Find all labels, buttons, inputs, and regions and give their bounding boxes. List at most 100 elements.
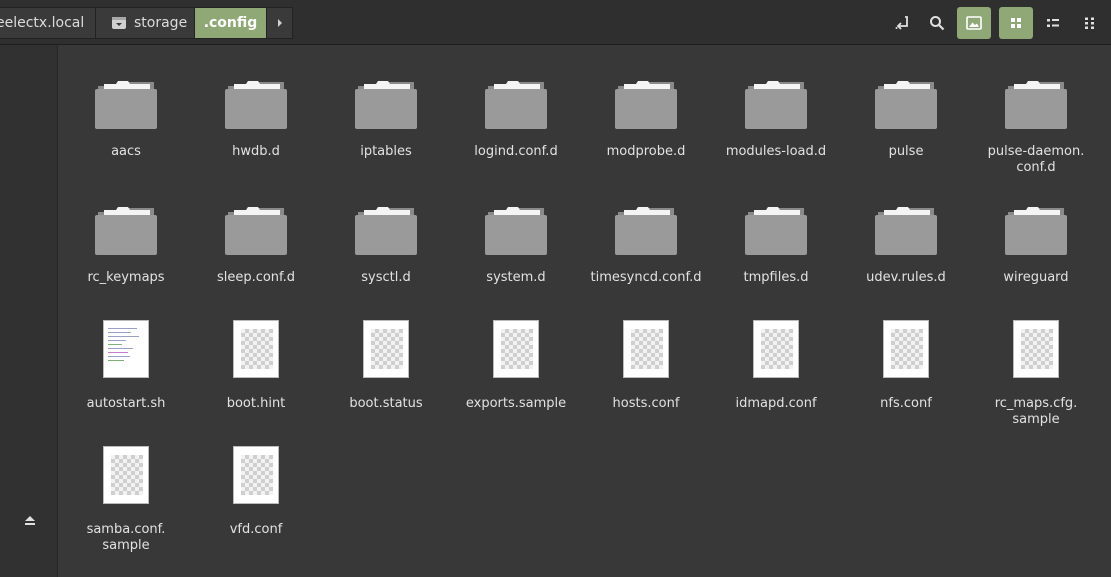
item-label: idmapd.conf xyxy=(735,396,817,411)
chevron-right-icon xyxy=(277,19,282,27)
toolbar: eelectx.local storage .config xyxy=(0,0,1111,45)
file-item[interactable]: rc_maps.cfg. sample xyxy=(977,316,1095,428)
folder-item[interactable]: tmpfiles.d xyxy=(717,190,835,286)
folder-icon xyxy=(587,64,705,130)
folder-icon xyxy=(977,190,1095,256)
folder-icon xyxy=(67,64,185,130)
text-file-icon xyxy=(847,316,965,382)
folder-icon xyxy=(197,64,315,130)
folder-icon xyxy=(67,190,185,256)
text-file-icon xyxy=(67,442,185,508)
item-label: autostart.sh xyxy=(86,396,166,411)
folder-item[interactable]: iptables xyxy=(327,64,445,160)
item-label: nfs.conf xyxy=(880,396,932,411)
folder-item[interactable]: logind.conf.d xyxy=(457,64,575,160)
eject-button[interactable] xyxy=(24,511,36,530)
file-item[interactable]: exports.sample xyxy=(457,316,575,412)
item-label: rc_maps.cfg. sample xyxy=(994,396,1078,427)
folder-item[interactable]: pulse-daemon. conf.d xyxy=(977,64,1095,176)
file-item[interactable]: boot.hint xyxy=(197,316,315,412)
folder-item[interactable]: modprobe.d xyxy=(587,64,705,160)
item-label: samba.conf. sample xyxy=(86,522,166,553)
toggle-location-icon xyxy=(895,16,908,30)
folder-item[interactable]: system.d xyxy=(457,190,575,286)
folder-icon xyxy=(327,64,445,130)
script-file-icon xyxy=(67,316,185,382)
item-label: hwdb.d xyxy=(232,144,280,159)
list-view-icon xyxy=(1085,17,1094,29)
item-label: aacs xyxy=(111,144,141,159)
text-file-icon xyxy=(197,316,315,382)
folder-item[interactable]: wireguard xyxy=(977,190,1095,286)
icon-view-icon xyxy=(1011,18,1021,28)
file-item[interactable]: samba.conf. sample xyxy=(67,442,185,554)
file-item[interactable]: autostart.sh xyxy=(67,316,185,412)
folder-icon xyxy=(457,64,575,130)
item-label: boot.hint xyxy=(226,396,286,411)
icon-view-button[interactable] xyxy=(999,7,1033,39)
item-label: timesyncd.conf.d xyxy=(590,270,702,285)
folder-item[interactable]: sleep.conf.d xyxy=(197,190,315,286)
breadcrumb-storage[interactable]: storage xyxy=(96,7,195,39)
folder-icon xyxy=(847,190,965,256)
folder-item[interactable]: modules-load.d xyxy=(717,64,835,160)
toggle-location-button[interactable] xyxy=(885,7,919,39)
list-view-button[interactable] xyxy=(1073,7,1107,39)
folder-item[interactable]: pulse xyxy=(847,64,965,160)
breadcrumb-host[interactable]: eelectx.local xyxy=(0,7,96,39)
item-label: logind.conf.d xyxy=(474,144,558,159)
item-label: boot.status xyxy=(349,396,423,411)
folder-item[interactable]: sysctl.d xyxy=(327,190,445,286)
item-label: rc_keymaps xyxy=(87,270,165,285)
thumbnail-toggle-button[interactable] xyxy=(957,7,991,39)
breadcrumb-current[interactable]: .config xyxy=(195,7,267,39)
item-label: modules-load.d xyxy=(725,144,827,159)
item-label: sleep.conf.d xyxy=(216,270,296,285)
search-button[interactable] xyxy=(920,7,954,39)
item-label: tmpfiles.d xyxy=(743,270,809,285)
folder-item[interactable]: timesyncd.conf.d xyxy=(587,190,705,286)
search-icon xyxy=(930,16,945,31)
file-item[interactable]: hosts.conf xyxy=(587,316,705,412)
text-file-icon xyxy=(197,442,315,508)
text-file-icon xyxy=(587,316,705,382)
compact-view-icon xyxy=(1047,19,1059,27)
breadcrumb: eelectx.local storage .config xyxy=(0,7,293,39)
text-file-icon xyxy=(717,316,835,382)
item-label: udev.rules.d xyxy=(866,270,946,285)
thumbnail-view-icon xyxy=(966,16,982,30)
item-label: system.d xyxy=(486,270,546,285)
breadcrumb-storage-label: storage xyxy=(134,15,188,31)
folder-item[interactable]: udev.rules.d xyxy=(847,190,965,286)
text-file-icon xyxy=(977,316,1095,382)
text-file-icon xyxy=(457,316,575,382)
text-file-icon xyxy=(327,316,445,382)
file-item[interactable]: nfs.conf xyxy=(847,316,965,412)
item-label: hosts.conf xyxy=(612,396,680,411)
eject-icon xyxy=(25,516,35,525)
item-label: sysctl.d xyxy=(361,270,411,285)
folder-item[interactable]: aacs xyxy=(67,64,185,160)
item-label: wireguard xyxy=(1003,270,1069,285)
folder-icon xyxy=(717,64,835,130)
item-label: iptables xyxy=(360,144,412,159)
drive-icon xyxy=(111,16,127,30)
breadcrumb-forward-button[interactable] xyxy=(267,7,293,39)
folder-item[interactable]: hwdb.d xyxy=(197,64,315,160)
folder-icon xyxy=(717,190,835,256)
item-label: modprobe.d xyxy=(606,144,686,159)
folder-icon xyxy=(977,64,1095,130)
folder-icon xyxy=(457,190,575,256)
breadcrumb-host-label: eelectx.local xyxy=(0,15,85,31)
folder-item[interactable]: rc_keymaps xyxy=(67,190,185,286)
folder-icon xyxy=(197,190,315,256)
file-item[interactable]: boot.status xyxy=(327,316,445,412)
breadcrumb-current-label: .config xyxy=(203,15,258,31)
sidebar xyxy=(0,45,58,577)
compact-view-button[interactable] xyxy=(1036,7,1070,39)
folder-icon xyxy=(587,190,705,256)
item-label: pulse xyxy=(888,144,924,159)
file-item[interactable]: vfd.conf xyxy=(197,442,315,538)
file-item[interactable]: idmapd.conf xyxy=(717,316,835,412)
folder-icon xyxy=(847,64,965,130)
